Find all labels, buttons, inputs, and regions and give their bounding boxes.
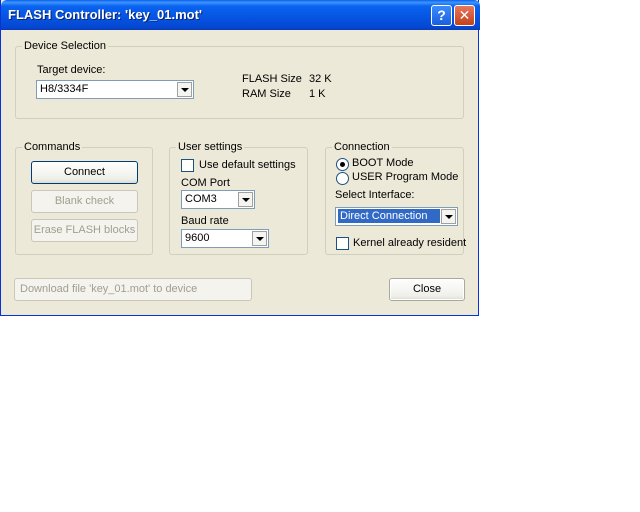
com-port-value: COM3 bbox=[185, 193, 217, 205]
commands-legend: Commands bbox=[22, 141, 83, 153]
flash-size-label: FLASH Size bbox=[242, 73, 302, 85]
chevron-down-icon[interactable] bbox=[441, 209, 456, 224]
interface-value: Direct Connection bbox=[338, 209, 440, 223]
device-selection-legend: Device Selection bbox=[22, 40, 108, 52]
target-device-value: H8/3334F bbox=[40, 83, 89, 95]
baud-rate-value: 9600 bbox=[185, 232, 210, 244]
radio-selected-dot bbox=[340, 162, 345, 167]
user-program-mode-label[interactable]: USER Program Mode bbox=[352, 171, 458, 183]
use-default-settings-label[interactable]: Use default settings bbox=[199, 159, 296, 171]
download-file-button[interactable]: Download file 'key_01.mot' to device bbox=[14, 278, 252, 301]
window-title: FLASH Controller: 'key_01.mot' bbox=[8, 7, 202, 22]
help-icon: ? bbox=[437, 7, 446, 23]
target-device-select[interactable]: H8/3334F bbox=[36, 80, 194, 99]
ram-size-value: 1 K bbox=[309, 88, 326, 100]
commands-group: Commands Connect Blank check Erase FLASH… bbox=[15, 141, 153, 255]
boot-mode-radio[interactable] bbox=[336, 158, 349, 171]
connect-button[interactable]: Connect bbox=[31, 161, 138, 184]
boot-mode-label[interactable]: BOOT Mode bbox=[352, 157, 414, 169]
help-button[interactable]: ? bbox=[431, 5, 452, 26]
kernel-resident-checkbox[interactable] bbox=[336, 237, 349, 250]
connection-legend: Connection bbox=[332, 141, 392, 153]
chevron-down-icon[interactable] bbox=[252, 231, 267, 246]
com-port-select[interactable]: COM3 bbox=[181, 190, 255, 209]
select-interface-label: Select Interface: bbox=[335, 189, 415, 201]
blank-check-button[interactable]: Blank check bbox=[31, 190, 138, 213]
chevron-down-icon[interactable] bbox=[238, 192, 253, 207]
close-icon: ✕ bbox=[458, 7, 471, 23]
user-settings-group: User settings Use default settings COM P… bbox=[169, 141, 308, 255]
device-selection-group: Device Selection Target device: H8/3334F… bbox=[15, 40, 464, 119]
use-default-settings-checkbox[interactable] bbox=[181, 159, 194, 172]
flash-controller-window: FLASH Controller: 'key_01.mot' ? ✕ Devic… bbox=[0, 0, 480, 316]
close-button[interactable]: Close bbox=[389, 278, 465, 301]
user-settings-legend: User settings bbox=[176, 141, 245, 153]
connection-group: Connection BOOT Mode USER Program Mode S… bbox=[325, 141, 466, 255]
kernel-resident-label[interactable]: Kernel already resident bbox=[353, 237, 466, 249]
user-program-mode-radio[interactable] bbox=[336, 172, 349, 185]
interface-select[interactable]: Direct Connection bbox=[335, 207, 458, 226]
erase-flash-blocks-button[interactable]: Erase FLASH blocks bbox=[31, 219, 138, 242]
target-device-label: Target device: bbox=[37, 64, 106, 76]
baud-rate-select[interactable]: 9600 bbox=[181, 229, 269, 248]
ram-size-label: RAM Size bbox=[242, 88, 291, 100]
com-port-label: COM Port bbox=[181, 177, 230, 189]
title-close-button[interactable]: ✕ bbox=[454, 5, 475, 26]
flash-size-value: 32 K bbox=[309, 73, 332, 85]
chevron-down-icon[interactable] bbox=[177, 82, 192, 97]
baud-rate-label: Baud rate bbox=[181, 215, 229, 227]
title-bar[interactable]: FLASH Controller: 'key_01.mot' ? ✕ bbox=[1, 0, 480, 30]
